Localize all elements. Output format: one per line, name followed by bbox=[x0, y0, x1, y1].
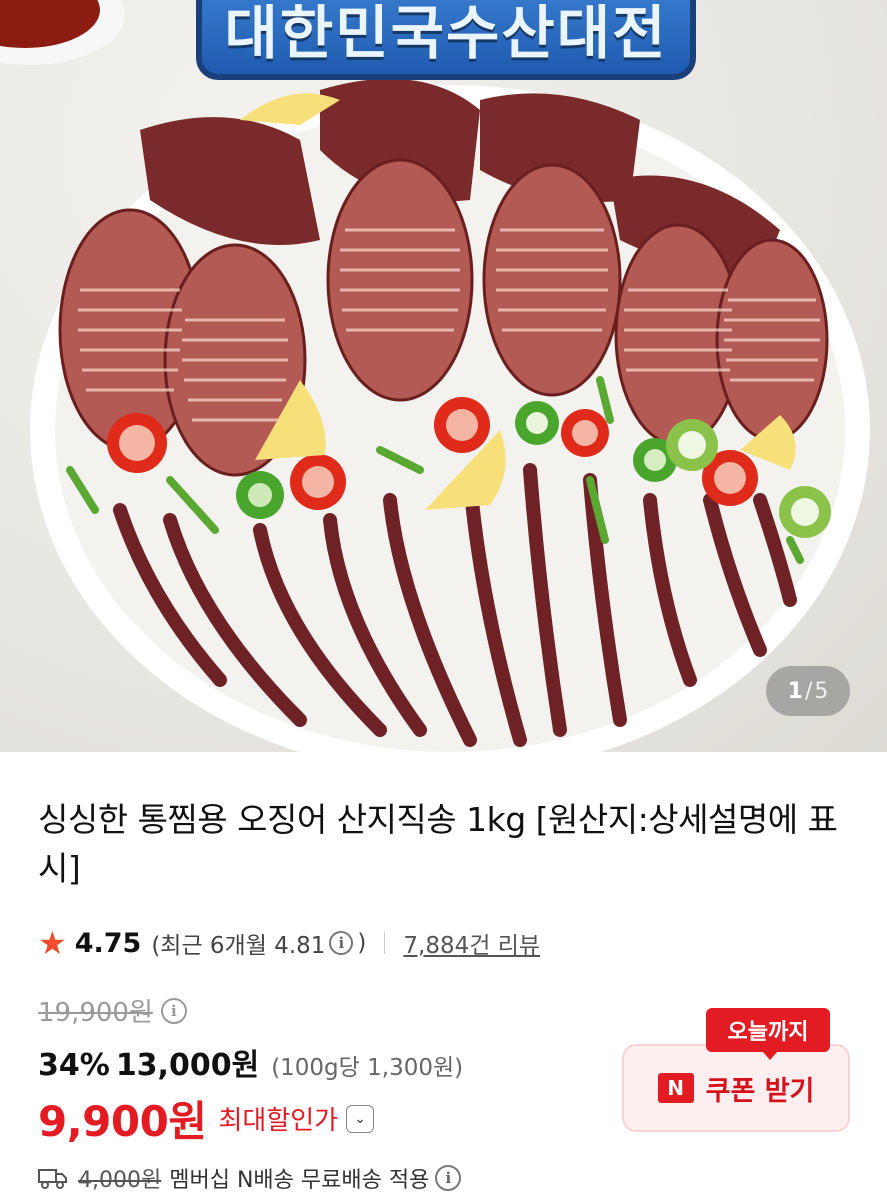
discount-price-row: 34% 13,000원 (100g당 1,300원) bbox=[38, 1040, 463, 1084]
product-image-carousel[interactable]: 대한민국수산대전 1 / 5 bbox=[0, 0, 887, 752]
image-counter-total: 5 bbox=[814, 678, 829, 704]
get-coupon-label: 쿠폰 받기 bbox=[705, 1075, 815, 1107]
get-coupon-button[interactable]: N 쿠폰 받기 bbox=[622, 1044, 850, 1132]
image-counter-current: 1 bbox=[787, 678, 803, 704]
coupon-deadline-tag: 오늘까지 bbox=[706, 1008, 830, 1060]
product-title: 싱싱한 통찜용 오징어 산지직송 1kg [원산지:상세설명에 표시] bbox=[38, 800, 838, 888]
discount-percent: 34% bbox=[38, 1048, 110, 1083]
final-price-label: 최대할인가 bbox=[218, 1106, 339, 1136]
discount-price: 13,000원 bbox=[115, 1048, 260, 1083]
promo-banner-text: 대한민국수산대전 bbox=[224, 0, 668, 67]
star-icon: ★ bbox=[38, 924, 67, 962]
image-counter: 1 / 5 bbox=[766, 666, 850, 716]
recent-rating: (최근 6개월 4.81 i ) bbox=[151, 926, 366, 960]
info-icon[interactable]: i bbox=[329, 931, 354, 955]
unit-price: (100g당 1,300원) bbox=[271, 1055, 464, 1081]
shipping-text: 멤버십 N배송 무료배송 적용 bbox=[169, 1168, 430, 1193]
final-price: 9,900원 bbox=[38, 1097, 207, 1146]
original-price-row: 19,900원 i bbox=[38, 992, 191, 1029]
recent-rating-prefix: (최근 6개월 4.81 bbox=[151, 933, 326, 959]
rating-value: 4.75 bbox=[74, 927, 142, 959]
rating-row: ★ 4.75 (최근 6개월 4.81 i ) 7,884건 리뷰 bbox=[38, 922, 540, 964]
original-price: 19,900원 bbox=[38, 998, 153, 1028]
squid-dish-image bbox=[0, 0, 870, 752]
shipping-row: 4,000원 멤버십 N배송 무료배송 적용 i bbox=[38, 1162, 465, 1194]
image-counter-separator: / bbox=[804, 678, 813, 704]
naver-n-icon: N bbox=[657, 1073, 694, 1103]
review-count-link[interactable]: 7,884건 리뷰 bbox=[403, 926, 540, 960]
chevron-down-icon[interactable]: ⌄ bbox=[346, 1104, 375, 1133]
shipping-original-fee: 4,000원 bbox=[78, 1168, 162, 1193]
truck-icon bbox=[38, 1169, 67, 1189]
final-price-row: 9,900원 최대할인가 ⌄ bbox=[38, 1088, 375, 1149]
divider bbox=[384, 932, 386, 954]
shipping-info-icon[interactable]: i bbox=[435, 1165, 462, 1191]
recent-rating-suffix: ) bbox=[357, 930, 367, 956]
promo-banner: 대한민국수산대전 bbox=[196, 0, 696, 80]
price-info-icon[interactable]: i bbox=[160, 997, 187, 1024]
